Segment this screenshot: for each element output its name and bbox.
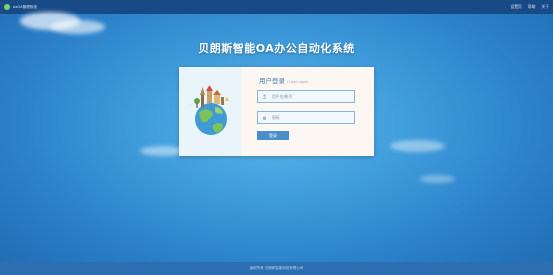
- cloud-decoration: [390, 140, 445, 152]
- login-button[interactable]: 登录: [257, 131, 289, 140]
- brand[interactable]: oaOA管理系统: [4, 4, 37, 10]
- nav-link-about[interactable]: 关于: [541, 4, 549, 10]
- top-nav: 设置页 帮助 关于: [504, 4, 549, 10]
- login-form-panel: 用户登录/ User Login 登录: [241, 67, 374, 156]
- top-bar: oaOA管理系统 设置页 帮助 关于: [0, 0, 553, 14]
- cloud-decoration: [420, 175, 455, 183]
- footer: 版权所有 贝朗斯智能科技有限公司: [0, 262, 553, 275]
- globe-landmarks-icon: [187, 85, 229, 135]
- page-title: 贝朗斯智能OA办公自动化系统: [198, 42, 355, 55]
- brand-logo-icon: [4, 4, 10, 10]
- brand-name: oaOA管理系统: [13, 4, 37, 9]
- nav-link-settings[interactable]: 设置页: [510, 4, 521, 10]
- username-input[interactable]: [272, 94, 352, 99]
- cloud-decoration: [50, 20, 105, 34]
- lock-icon: [263, 115, 266, 120]
- username-field[interactable]: [257, 90, 355, 103]
- login-title-text: 用户登录: [259, 77, 285, 85]
- user-icon: [262, 94, 267, 99]
- footer-copyright: 版权所有 贝朗斯智能科技有限公司: [249, 266, 304, 270]
- password-input[interactable]: [272, 115, 352, 120]
- login-card: 用户登录/ User Login 登录: [179, 67, 374, 156]
- login-title: 用户登录 / User Login: [259, 75, 308, 85]
- card-illustration-panel: [179, 67, 241, 156]
- nav-link-help[interactable]: 帮助: [528, 4, 536, 10]
- password-field[interactable]: [257, 111, 355, 124]
- login-subtitle: / User Login: [287, 80, 308, 84]
